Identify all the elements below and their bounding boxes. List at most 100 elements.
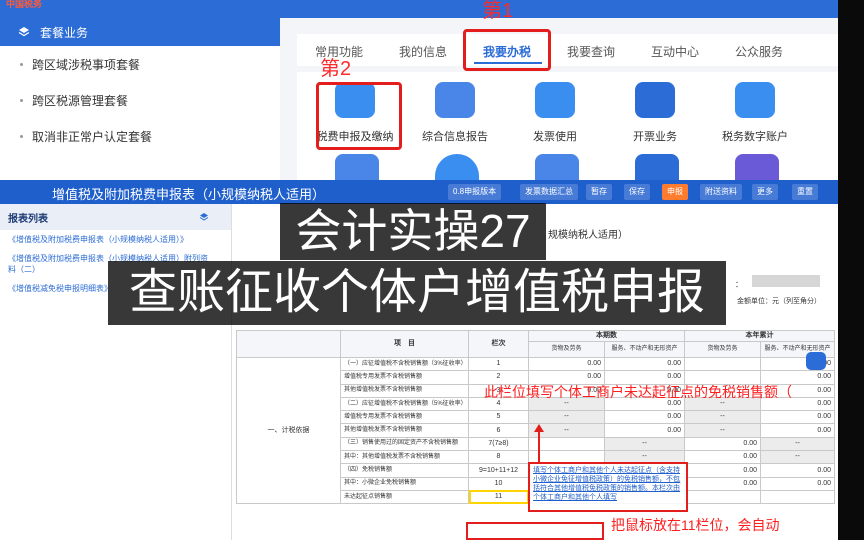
pen-icon — [635, 82, 675, 118]
line11-tooltip: 填写个体工商户和其他个人未达起征点（含支持小微企业免征增值税政策）的免税销售额，… — [528, 462, 688, 512]
row-line-number: 6 — [468, 423, 529, 438]
row-value-cell[interactable]: 0.00 — [760, 423, 835, 438]
row-line-number: 9=10+11+12 — [468, 463, 529, 478]
video-title-1: 会计实操27 — [280, 203, 546, 260]
row-value-cell: -- — [604, 436, 685, 452]
sidebar-header[interactable]: 套餐业务 — [0, 18, 280, 46]
portal-logo: 中国税务 — [6, 0, 43, 8]
row-line-number: 7(7≥8) — [468, 436, 529, 452]
reset-button[interactable]: 重置 — [792, 184, 818, 200]
row-item: 未达起征点销售额 — [340, 489, 469, 505]
mouse-hint: 把鼠标放在11栏位，会自动 — [611, 517, 780, 533]
row-item: （四）免税销售额 — [340, 463, 469, 478]
declare-button[interactable]: 申报 — [662, 184, 688, 200]
tab-query[interactable]: 我要查询 — [567, 43, 615, 60]
tooltip-text: 填写个体工商户和其他个人未达起征点（含支持小微企业免征增值税政策）的免税销售额，… — [533, 467, 680, 501]
header-this-period: 本期数 — [528, 330, 685, 342]
amount-unit: 金额单位：元（列至角分） — [737, 298, 821, 305]
declaration-title: 增值税及附加税费申报表（小规模纳税人适用） — [52, 187, 326, 202]
row-value-cell[interactable]: 0.00 — [684, 463, 761, 478]
row-value-cell[interactable] — [684, 489, 761, 505]
sidebar-item-label: 取消非正常户认定套餐 — [32, 129, 153, 144]
row-item: 增值税专用发票不含税销售额 — [340, 410, 469, 425]
category-cell: 一、计税依据 — [236, 356, 341, 505]
row-value-cell[interactable] — [684, 356, 761, 372]
form-subtitle: 规模纳税人适用） — [548, 230, 628, 241]
tab-public-service[interactable]: 公众服务 — [735, 43, 783, 60]
refresh-icon — [535, 154, 579, 180]
person-icon — [335, 154, 379, 180]
row-value-cell: -- — [528, 410, 605, 425]
temp-save-button[interactable]: 暂存 — [586, 184, 612, 200]
row-line-number: 11 — [468, 489, 529, 505]
row-value-cell[interactable]: 0.00 — [760, 463, 835, 478]
row-value-cell[interactable]: 0.00 — [760, 476, 835, 491]
grid-icon — [735, 154, 779, 180]
row-value-cell[interactable]: 0.00 — [528, 356, 605, 372]
service-label: 发票使用 — [533, 131, 577, 143]
sidebar-item-label: 跨区域涉税事项套餐 — [32, 57, 141, 72]
report-item-main[interactable]: 《增值税及附加税费申报表（小规模纳税人适用）》 — [0, 230, 220, 249]
row-value-cell: -- — [684, 423, 761, 438]
sidebar-item-cross-region-source[interactable]: 跨区税源管理套餐 — [0, 82, 280, 118]
service-invoicing[interactable]: 开票业务 — [605, 82, 705, 144]
row-value-cell[interactable]: 0.00 — [760, 410, 835, 425]
row-item: （二）应征增值税不含税销售额（5%征收率） — [340, 396, 469, 412]
video-title-2: 查账征收个体户增值税申报 — [108, 261, 726, 325]
row-item: （一）应征增值税不含税销售额（3%征收率） — [340, 356, 469, 372]
service-label: 综合信息报告 — [422, 131, 488, 143]
masked-taxpayer-name — [752, 275, 820, 287]
report-list-panel: 报表列表 《增值税及附加税费申报表（小规模纳税人适用）》 《增值税及附加税费申报… — [0, 204, 232, 540]
row-value-cell[interactable]: 0.00 — [684, 476, 761, 491]
service-invoice-use[interactable]: 发票使用 — [505, 82, 605, 144]
sidebar-item-cancel-abnormal[interactable]: 取消非正常户认定套餐 — [0, 118, 280, 154]
chat-icon[interactable] — [806, 352, 826, 370]
row-value-cell: -- — [760, 436, 835, 452]
step1-label: 第1 — [482, 0, 514, 22]
row-item: 增值税专用发票不含税销售额 — [340, 370, 469, 385]
version-button[interactable]: 0.8申报版本 — [448, 184, 502, 200]
tab-interaction[interactable]: 互动中心 — [651, 43, 699, 60]
pointer-arrow-icon — [534, 424, 544, 464]
row-item: （三）销售使用过的固定资产不含税销售额 — [340, 436, 469, 452]
portal-top-bar: 中国税务 — [0, 0, 838, 18]
report-list-title: 报表列表 — [8, 214, 48, 225]
service-digital-account[interactable]: 税务数字账户 — [705, 82, 805, 144]
attach-button[interactable]: 附送资料 — [700, 184, 742, 200]
save-button[interactable]: 保存 — [624, 184, 650, 200]
report-list-header: 报表列表 — [0, 204, 231, 230]
right-edge — [838, 0, 864, 540]
header-goods-ytd: 货物及劳务 — [684, 341, 761, 358]
header-blank — [236, 330, 341, 358]
row-line-number: 1 — [468, 356, 529, 372]
sidebar-title: 套餐业务 — [40, 25, 89, 40]
header-service: 服务、不动产和无形资产 — [604, 341, 685, 358]
step1-highlight — [463, 29, 551, 71]
table-row: 一、计税依据（一）应征增值税不含税销售额（3%征收率）10.000.000.00 — [236, 356, 835, 505]
more-button[interactable]: 更多 — [752, 184, 778, 200]
line11-highlight — [466, 522, 604, 540]
package-sidebar: 套餐业务 跨区域涉税事项套餐 跨区税源管理套餐 取消非正常户认定套餐 — [0, 18, 280, 180]
list-icon — [735, 82, 775, 118]
header-ytd: 本年累计 — [684, 330, 835, 342]
sidebar-item-cross-region-tax[interactable]: 跨区域涉税事项套餐 — [0, 46, 280, 82]
tab-my-info[interactable]: 我的信息 — [399, 43, 447, 60]
line11-annotation: 此栏位填写个体工商户未达起征点的免税销售额（ — [484, 384, 792, 400]
row-value-cell[interactable]: 0.00 — [684, 450, 761, 465]
row-item: 其中：其他增值税发票不含税销售额 — [340, 450, 469, 465]
header-goods: 货物及劳务 — [528, 341, 605, 358]
row-value-cell: -- — [684, 410, 761, 425]
row-value-cell[interactable]: 0.00 — [604, 356, 685, 372]
row-value-cell[interactable]: 0.00 — [604, 423, 685, 438]
row-value-cell[interactable]: 0.00 — [604, 410, 685, 425]
invoice-summary-button[interactable]: 发票数据汇总 — [520, 184, 578, 200]
service-info-report[interactable]: 综合信息报告 — [405, 82, 505, 144]
row-line-number: 5 — [468, 410, 529, 425]
step2-highlight — [316, 82, 402, 150]
row-value-cell[interactable] — [760, 489, 835, 505]
service-label: 税务数字账户 — [722, 131, 788, 143]
row-value-cell[interactable]: 0.00 — [684, 436, 761, 452]
step2-label: 第2 — [320, 58, 352, 80]
layers-icon — [18, 27, 30, 37]
row-item: 其他增值税发票不含税销售额 — [340, 423, 469, 438]
